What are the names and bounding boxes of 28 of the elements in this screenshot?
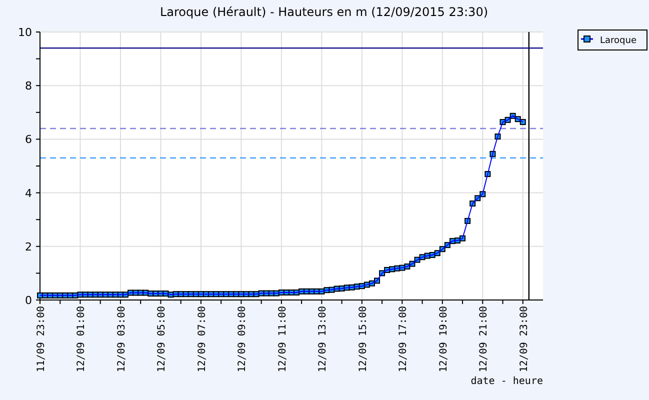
axis-tick-label: 12/09 23:00 bbox=[518, 306, 530, 372]
legend-marker-icon bbox=[581, 36, 593, 42]
axis-tick-label: 0 bbox=[25, 294, 32, 307]
axis-tick-label: 12/09 07:00 bbox=[196, 306, 208, 372]
data-point bbox=[494, 134, 501, 140]
axis-tick-label: 12/09 21:00 bbox=[478, 306, 490, 372]
axis-tick-label: 12/09 05:00 bbox=[156, 306, 168, 372]
axis-tick-label: 10 bbox=[18, 26, 32, 39]
axis-tick-label: 12/09 15:00 bbox=[358, 306, 369, 372]
axis-title: date - heure bbox=[470, 376, 543, 387]
legend-background bbox=[578, 30, 648, 50]
data-point bbox=[490, 150, 496, 157]
axis-tick-label: 12/09 03:00 bbox=[116, 306, 128, 372]
axis-tick-label: 12/09 13:00 bbox=[318, 306, 329, 372]
data-point bbox=[484, 171, 491, 178]
axis-tick-label: 6 bbox=[25, 133, 32, 146]
axis-tick-label: 12/09 09:00 bbox=[237, 306, 248, 372]
axis-tick-label: 2 bbox=[25, 240, 32, 254]
legend-label: Laroque bbox=[600, 36, 636, 46]
data-point bbox=[464, 218, 471, 224]
axis-tick-label: 4 bbox=[25, 186, 32, 200]
axis-tick-label: 12/09 11:00 bbox=[277, 306, 288, 372]
axis-tick-label: 12/09 01:00 bbox=[76, 306, 88, 372]
chart-title: Laroque (Hérault) - Hauteurs en m (12/09/2015 23:30) bbox=[160, 5, 488, 19]
axis-tick-label: 8 bbox=[25, 80, 32, 93]
axis-tick-label: 11/09 23:00 bbox=[36, 306, 47, 372]
axis-tick-label: 12/09 17:00 bbox=[398, 306, 410, 372]
axis-tick-label: 12/09 19:00 bbox=[438, 306, 450, 372]
